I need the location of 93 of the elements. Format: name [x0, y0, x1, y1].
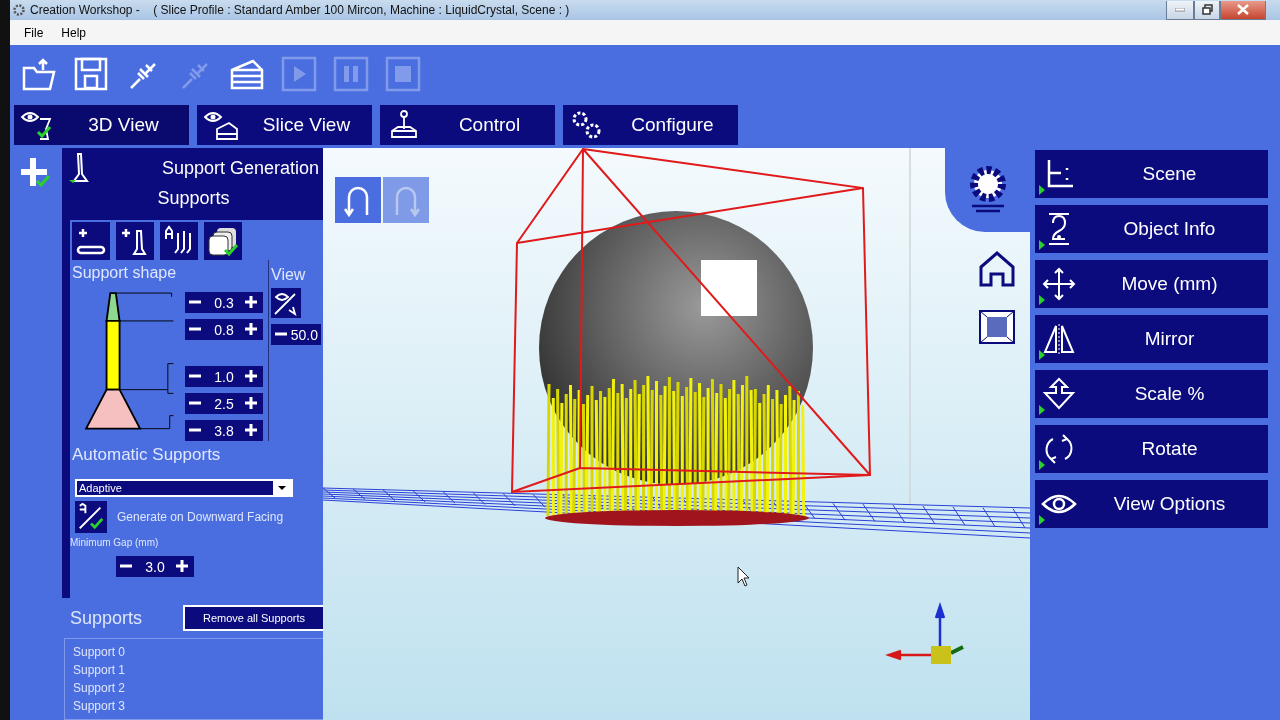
panel-section-button[interactable]: Mirror: [1035, 315, 1268, 363]
home-icon: [978, 250, 1016, 288]
layers-check-icon: [207, 225, 239, 257]
list-item[interactable]: Support 3: [73, 699, 315, 713]
panel-section-button[interactable]: Move (mm): [1035, 260, 1268, 308]
checkbox-label: Generate on Downward Facing: [117, 510, 284, 524]
field-label: Minimum Gap (mm): [70, 537, 160, 548]
spinner-value: 3.8: [214, 422, 234, 439]
tab[interactable]: Configure: [563, 105, 738, 145]
restore-icon: [1201, 4, 1213, 15]
tab[interactable]: Control: [380, 105, 555, 145]
tool-button[interactable]: [116, 222, 154, 260]
expand-triangle-icon: [1039, 515, 1045, 525]
spinner-value: 1.0: [214, 368, 234, 385]
expand-triangle-icon: [1039, 405, 1045, 415]
menu-item[interactable]: Help: [55, 25, 93, 40]
number-spinner[interactable]: 1.0: [185, 366, 263, 387]
minimize-icon: [1175, 7, 1185, 12]
eye-layers-icon: [203, 109, 239, 141]
plus-icon: [244, 368, 258, 383]
panel-subtitle: Supports: [156, 188, 231, 209]
number-spinner[interactable]: 0.3: [185, 292, 263, 313]
add-check-icon: [19, 156, 53, 190]
section-label: View: [271, 266, 307, 284]
support-icon: [68, 152, 90, 184]
plus-icon: [244, 395, 258, 410]
section-label: Support shape: [72, 264, 178, 282]
expand-triangle-icon: [1039, 295, 1045, 305]
increment-button[interactable]: [244, 321, 260, 338]
list-title: Supports: [70, 607, 143, 629]
mirror-icon: [1041, 321, 1077, 357]
window-title: Creation Workshop - ( Slice Profile : Standard Amber 100 Mircon, Machine : LiquidCrystal, Scene : ): [30, 3, 571, 17]
spinner-value: 50.0: [290, 326, 318, 343]
tool-button[interactable]: [160, 222, 198, 260]
eye-slash-icon: [273, 290, 299, 316]
folder-icon: [21, 56, 57, 92]
dropdown-caret-icon: [273, 481, 291, 495]
increment-button[interactable]: [175, 558, 191, 575]
spinner-value: 3.0: [145, 558, 165, 575]
panel-section-button[interactable]: Scale %: [1035, 370, 1268, 418]
expand-triangle-icon: [1039, 350, 1045, 360]
tab[interactable]: 3D View: [14, 105, 189, 145]
increment-button[interactable]: [244, 395, 260, 412]
close-icon: [1237, 4, 1249, 15]
play-icon: [281, 56, 317, 92]
stop-icon: [385, 56, 421, 92]
panel-title: Support Generation: [161, 157, 319, 179]
plus-icon: [244, 294, 258, 309]
expand-triangle-icon: [1039, 240, 1045, 250]
number-spinner[interactable]: 3.8: [185, 420, 263, 441]
gear-icon: [12, 3, 26, 17]
tool-button[interactable]: [72, 222, 110, 260]
tool-button[interactable]: [204, 222, 242, 260]
panel-section-button[interactable]: Object Info: [1035, 205, 1268, 253]
restore-button[interactable]: [1194, 0, 1220, 20]
panel-section-button[interactable]: Scene: [1035, 150, 1268, 198]
expand-triangle-icon: [1039, 185, 1045, 195]
mode-dropdown[interactable]: Adaptive: [75, 479, 293, 497]
spinner-value: 2.5: [214, 395, 234, 412]
remove-all-button[interactable]: Remove all Supports: [183, 605, 323, 631]
list-item[interactable]: Support 0: [73, 645, 315, 659]
number-spinner[interactable]: 3.0: [116, 556, 194, 577]
increment-button[interactable]: [244, 368, 260, 385]
scale-arrows-icon: [1041, 376, 1077, 412]
plus-icon: [175, 558, 189, 573]
section-label: Automatic Supports: [72, 445, 222, 465]
close-button[interactable]: [1220, 0, 1266, 20]
view-toggle-button[interactable]: [271, 288, 301, 318]
list-item[interactable]: Support 2: [73, 681, 315, 695]
increment-button[interactable]: [244, 422, 260, 439]
tab[interactable]: Slice View: [197, 105, 372, 145]
move-arrows-icon: [1041, 266, 1077, 302]
spinner-value: 0.3: [214, 294, 234, 311]
expand-triangle-icon: [1039, 460, 1045, 470]
panel-section-button[interactable]: View Options: [1035, 480, 1268, 528]
plus-icon: [244, 422, 258, 437]
checked-icon: [76, 502, 106, 532]
number-spinner[interactable]: 50.0: [271, 324, 321, 345]
toolbar-button[interactable]: [72, 55, 110, 93]
grid-view-icon: [979, 310, 1015, 344]
spinner-value: 0.8: [214, 321, 234, 338]
number-spinner[interactable]: 0.8: [185, 319, 263, 340]
mouse-pointer-icon: [737, 566, 750, 587]
menu-item[interactable]: File: [18, 25, 50, 40]
minimize-button[interactable]: [1166, 0, 1194, 20]
plus-icon: [244, 321, 258, 336]
pause-icon: [333, 56, 369, 92]
checkbox[interactable]: [75, 501, 107, 533]
undo-button[interactable]: [335, 177, 381, 223]
list-item[interactable]: Support 1: [73, 663, 315, 677]
panel-section-button[interactable]: Rotate: [1035, 425, 1268, 473]
increment-button[interactable]: [244, 294, 260, 311]
number-spinner[interactable]: 2.5: [185, 393, 263, 414]
